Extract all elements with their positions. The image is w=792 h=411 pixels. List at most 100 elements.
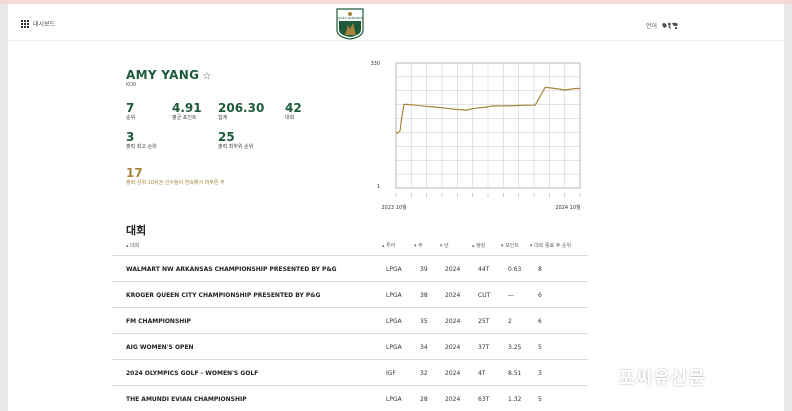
tournament-name[interactable]: WALMART NW ARKANSAS CHAMPIONSHIP PRESENT…: [126, 266, 337, 273]
stat-label: 평균 포인트: [172, 115, 197, 121]
logo-text: ROLEX RANKINGS: [337, 16, 364, 20]
rank-after: 5: [538, 344, 542, 351]
rank-after: 8: [538, 266, 542, 273]
header-divider: [8, 40, 784, 41]
year: 2024: [445, 292, 461, 299]
points: 8.51: [508, 370, 522, 377]
stat-total: 206.30 합계: [218, 101, 265, 122]
stat-avg-points: 4.91 평균 포인트: [172, 101, 202, 122]
favorite-star-icon[interactable]: ☆: [202, 71, 211, 82]
rank-after: 6: [538, 318, 542, 325]
rank-after: 3: [538, 370, 542, 377]
points: 3.25: [508, 344, 522, 351]
table-divider: [112, 359, 588, 360]
points: 2: [508, 318, 512, 325]
year: 2024: [445, 266, 461, 273]
language-label: 언어: [646, 23, 658, 30]
ranking: 44T: [478, 266, 490, 273]
tournament-name[interactable]: KROGER QUEEN CITY CHAMPIONSHIP PRESENTED…: [126, 292, 320, 299]
ranking: CUT: [478, 292, 491, 299]
table-divider: [112, 333, 588, 334]
stat-value: 42: [285, 101, 302, 115]
dashboard-label: 대시보드: [33, 21, 56, 28]
rolex-rankings-logo[interactable]: ROLEX RANKINGS: [336, 8, 364, 40]
ranking: 37T: [478, 344, 490, 351]
tour: LPGA: [386, 318, 402, 325]
column-header-label: 투어: [386, 243, 396, 249]
stat-label: 출력 상위 10위권 선수들이 연속해서 머무른 주: [126, 180, 225, 186]
stat-label: 순위: [126, 115, 136, 121]
player-name: AMY YANG ☆: [126, 68, 211, 82]
column-header-year[interactable]: ▾ 년: [440, 242, 449, 249]
points: 0.63: [508, 266, 522, 273]
stat-rank: 7 순위: [126, 101, 136, 122]
stat-value: 206.30: [218, 101, 265, 115]
week: 39: [420, 266, 428, 273]
stat-label: 대회: [285, 115, 295, 121]
stat-value: 7: [126, 101, 135, 115]
ranking-history-chart: 330 1 2023 10월 2024 10월: [370, 61, 581, 211]
year: 2024: [445, 396, 461, 403]
week: 38: [420, 292, 428, 299]
player-country: KOR: [126, 82, 137, 88]
points: —: [508, 292, 514, 299]
rank-after: 5: [538, 396, 542, 403]
tournaments-title: 대회: [126, 224, 147, 237]
y-axis-top-label: 330: [370, 61, 380, 67]
points: 1.32: [508, 396, 522, 403]
stat-label: 합계: [218, 115, 228, 121]
header: 대시보드 ROLEX RANKINGS 언어: [8, 4, 784, 40]
player-name-text: AMY YANG: [126, 68, 200, 82]
column-header-label: 대회 종료 후 순위: [534, 243, 572, 249]
column-header-label: 랭킹: [476, 243, 486, 249]
ranking: 4T: [478, 370, 486, 377]
column-header-tour[interactable]: ▴ 투어: [382, 242, 395, 249]
week: 28: [420, 396, 428, 403]
dashboard-link[interactable]: 대시보드: [21, 19, 55, 28]
x-axis-end-label: 2024 10월: [555, 204, 581, 211]
chart-grid: [395, 62, 581, 197]
tour: LPGA: [386, 396, 402, 403]
week: 32: [420, 370, 428, 377]
tour: LPGA: [386, 266, 402, 273]
table-divider: [112, 307, 588, 308]
column-header-rank-after[interactable]: ▾ 대회 종료 후 순위: [530, 242, 571, 249]
tour: LPGA: [386, 344, 402, 351]
world-map-icon: [662, 22, 679, 29]
tour: LPGA: [386, 292, 402, 299]
tournament-name[interactable]: FM CHAMPIONSHIP: [126, 318, 191, 325]
column-header-week[interactable]: ▾ 주: [414, 242, 423, 249]
column-header-label: 대회: [130, 243, 140, 249]
column-header-label: 주: [418, 243, 423, 249]
column-header-label: 포인트: [505, 243, 519, 249]
stat-value: 4.91: [172, 101, 202, 115]
stat-value: 25: [218, 130, 235, 144]
y-axis-bottom-label: 1: [377, 184, 380, 190]
column-header-tournament[interactable]: ▴ 대회: [126, 242, 139, 249]
rank-after: 6: [538, 292, 542, 299]
stat-worst-rank: 25 출력 최하위 순위: [218, 130, 258, 151]
year: 2024: [445, 318, 461, 325]
language-selector[interactable]: 언어: [646, 21, 679, 30]
tournament-name[interactable]: AIG WOMEN'S OPEN: [126, 344, 194, 351]
tour: IGF: [386, 370, 396, 377]
table-divider: [112, 385, 588, 386]
year: 2024: [445, 344, 461, 351]
stat-events: 42 대회: [285, 101, 302, 122]
stat-label: 출력 최하위 순위: [218, 144, 254, 150]
stat-value: 3: [126, 130, 135, 144]
ranking: 25T: [478, 318, 490, 325]
table-divider: [112, 281, 588, 282]
table-divider: [112, 255, 588, 256]
column-header-points[interactable]: ▾ 포인트: [501, 242, 519, 249]
tournament-name[interactable]: 2024 OLYMPICS GOLF - WOMEN'S GOLF: [126, 370, 258, 377]
tournament-name[interactable]: THE AMUNDI EVIAN CHAMPIONSHIP: [126, 396, 247, 403]
week: 34: [420, 344, 428, 351]
stat-top10-weeks: 17 출력 상위 10위권 선수들이 연속해서 머무른 주: [126, 167, 238, 187]
stat-label: 출력 최고 순위: [126, 144, 157, 150]
x-axis-start-label: 2023 10월: [381, 204, 407, 211]
column-header-label: 년: [444, 243, 449, 249]
column-header-ranking[interactable]: ▴ 랭킹: [472, 242, 485, 249]
week: 35: [420, 318, 428, 325]
year: 2024: [445, 370, 461, 377]
